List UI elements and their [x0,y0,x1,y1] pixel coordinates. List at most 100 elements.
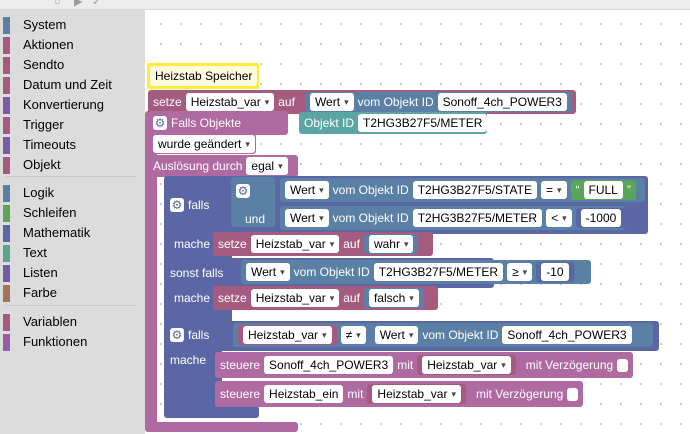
control-block-1[interactable]: steuere Sonoff_4ch_POWER3 mit Heizstab_v… [215,352,633,378]
toolbox-category-text[interactable]: Text [3,244,143,262]
operator-dropdown[interactable]: < [546,209,572,227]
condition-dropdown[interactable]: wurde geändert [153,135,255,153]
gear-icon[interactable]: ⚙ [170,198,184,212]
toolbox-category-sendto[interactable]: Sendto [3,56,143,74]
delay-checkbox[interactable] [617,358,628,372]
text-block[interactable]: “ FULL ” [570,180,636,200]
object-id-field[interactable]: T2HG3B27F5/STATE [412,181,537,199]
property-dropdown[interactable]: Wert [285,209,329,227]
operator-dropdown[interactable]: ≥ [507,263,533,281]
compare-block-2[interactable]: Wert vom Objekt ID T2HG3B27F5/METER < -1… [280,206,627,230]
variable-dropdown[interactable]: Heizstab_var [250,289,340,307]
variable-block[interactable]: Heizstab_var [417,355,516,375]
toolbox-category-timeouts[interactable]: Timeouts [3,136,143,154]
trigger-object-id-field[interactable]: T2HG3B27F5/METER [358,114,488,132]
object-id-field[interactable]: Heizstab_ein [264,385,344,403]
category-label: Datum und Zeit [23,77,112,92]
mache-label: mache [174,237,211,251]
play-icon[interactable]: ▶ [74,0,82,8]
set-var-false-block[interactable]: setze Heizstab_var auf falsch [213,286,438,310]
boolean-block[interactable]: wahr [363,234,419,254]
compare-block-3[interactable]: Wert vom Objekt ID T2HG3B27F5/METER ≥ -1… [241,260,591,284]
category-label: Trigger [23,117,64,132]
variable-dropdown[interactable]: Heizstab_var [250,235,340,253]
variable-block[interactable]: Heizstab_var [367,384,466,404]
toolbox-category-konvertierung[interactable]: Konvertierung [3,96,143,114]
check-icon[interactable]: ✓ [92,0,101,8]
get-value-power[interactable]: Wert vom Objekt ID Sonoff_4ch_POWER3 [369,325,637,345]
get-value-meter[interactable]: Wert vom Objekt ID T2HG3B27F5/METER [285,208,543,228]
boolean-dropdown[interactable]: falsch [368,289,419,307]
get-value-state[interactable]: Wert vom Objekt ID T2HG3B27F5/STATE [285,180,537,200]
get-value-block[interactable]: Wert vom Objekt ID Sonoff_4ch_POWER3 [304,92,572,112]
toolbox-category-system[interactable]: System [3,16,143,34]
compare-block-1[interactable]: Wert vom Objekt ID T2HG3B27F5/STATE = “ … [280,178,645,202]
object-id-field[interactable]: T2HG3B27F5/METER [412,209,543,227]
object-id-field[interactable]: Sonoff_4ch_POWER3 [264,356,394,374]
object-id-field[interactable]: Sonoff_4ch_POWER3 [502,326,632,344]
from-object-label: vom Objekt ID [357,95,434,109]
set-var-true-block[interactable]: setze Heizstab_var auf wahr [213,232,433,256]
operator-dropdown[interactable]: = [540,181,567,199]
ack-row[interactable]: Auslösung durch egal [148,155,298,177]
variable-dropdown[interactable]: Heizstab_var [185,93,275,111]
delay-checkbox[interactable] [567,387,578,401]
condition-row[interactable]: wurde geändert [148,134,256,154]
number-block[interactable]: -10 [536,262,574,282]
toolbox-category-variablen[interactable]: Variablen [3,313,143,331]
not-equal-block[interactable]: Heizstab_var ≠ Wert vom Objekt ID Sonoff… [233,323,653,347]
variable-dropdown[interactable]: Heizstab_var [243,326,332,344]
toolbox-category-logik[interactable]: Logik [3,184,143,202]
number-field[interactable]: -1000 [580,209,622,227]
trigger-header[interactable]: ⚙ Falls Objekte [148,111,288,135]
toolbox-category-mathematik[interactable]: Mathematik [3,224,143,242]
property-dropdown[interactable]: Wert [309,93,354,111]
toolbox-category-datum-und-zeit[interactable]: Datum und Zeit [3,76,143,94]
quote-close: ” [626,183,631,197]
text-value-field[interactable]: FULL [583,181,623,199]
category-color-swatch [3,205,10,222]
get-value-meter-2[interactable]: Wert vom Objekt ID T2HG3B27F5/METER [246,262,504,282]
gear-icon[interactable]: ⚙ [170,328,184,342]
variable-dropdown[interactable]: Heizstab_var [372,385,461,403]
gear-icon[interactable]: ⚙ [236,184,250,198]
from-object-label: vom Objekt ID [332,211,409,225]
number-block[interactable]: -1000 [575,208,627,228]
trigger-block-bottom[interactable] [145,422,298,432]
toolbox-category-schleifen[interactable]: Schleifen [3,204,143,222]
toolbox-category-farbe[interactable]: Farbe [3,284,143,302]
object-id-field[interactable]: T2HG3B27F5/METER [373,263,504,281]
blockly-workspace[interactable]: Heizstab Speicher setze Heizstab_var auf… [145,10,690,434]
variable-block[interactable]: Heizstab_var [238,325,337,345]
boolean-block[interactable]: falsch [363,288,424,308]
object-id-field[interactable]: Sonoff_4ch_POWER3 [437,93,567,111]
toolbox-category-trigger[interactable]: Trigger [3,116,143,134]
toolbox-category-objekt[interactable]: Objekt [3,156,143,174]
boolean-dropdown[interactable]: wahr [368,235,414,253]
variable-dropdown[interactable]: Heizstab_var [422,356,511,374]
operator-dropdown[interactable]: ≠ [340,326,366,344]
control-block-2[interactable]: steuere Heizstab_ein mit Heizstab_var mi… [215,381,583,407]
category-label: Aktionen [23,37,74,52]
property-dropdown[interactable]: Wert [285,181,329,199]
if-block-2-bottom[interactable] [164,406,259,418]
category-color-swatch [3,37,10,54]
mit-label: mit [347,387,364,401]
ack-label: Auslösung durch [153,159,243,173]
object-id-block[interactable]: Objekt ID T2HG3B27F5/METER [299,112,488,134]
toolbox-category-aktionen[interactable]: Aktionen [3,36,143,54]
number-field[interactable]: -10 [541,263,569,281]
comment-block[interactable]: Heizstab Speicher [150,66,258,86]
property-dropdown[interactable]: Wert [246,263,290,281]
category-label: Listen [23,265,58,280]
mache-row-1: mache [169,232,215,256]
ack-dropdown[interactable]: egal [246,157,288,175]
gear-icon[interactable]: ⚙ [153,116,167,130]
category-color-swatch [3,265,10,282]
property-dropdown[interactable]: Wert [374,326,419,344]
else-if-row: sonst falls [165,261,228,285]
toolbox-category-listen[interactable]: Listen [3,264,143,282]
bulb-icon[interactable]: ○ [54,0,61,8]
category-label: Konvertierung [23,97,104,112]
toolbox-category-funktionen[interactable]: Funktionen [3,333,143,351]
